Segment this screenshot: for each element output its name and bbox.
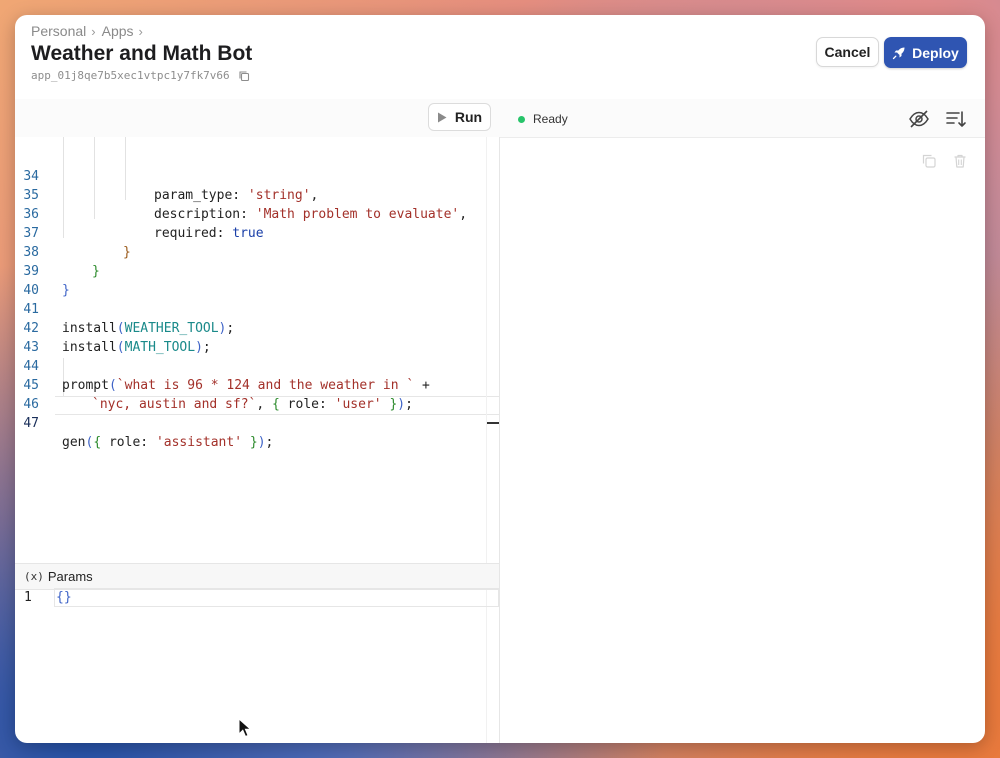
status-text: Ready [533, 112, 568, 126]
copy-icon[interactable] [238, 70, 250, 82]
eye-off-icon[interactable] [908, 108, 930, 130]
variable-icon: (x) [24, 570, 44, 583]
code-line: 42 install(MATH_TOOL); [15, 300, 499, 355]
sort-lines-icon[interactable] [945, 108, 967, 130]
line-number: 1 [24, 590, 32, 605]
chevron-right-icon: › [138, 23, 143, 39]
page-title: Weather and Math Bot [31, 42, 253, 65]
code-line: 41 install(WEATHER_TOOL); [15, 281, 499, 336]
trash-icon[interactable] [952, 153, 968, 169]
params-header: (x) Params [15, 563, 499, 590]
status-dot [518, 115, 525, 123]
cancel-button[interactable]: Cancel [816, 37, 879, 67]
code-text: gen({ role: 'assistant' }); [62, 435, 274, 450]
params-value: {} [56, 590, 72, 605]
run-label: Run [454, 109, 483, 125]
code-line: 44 prompt(`what is 96 * 124 and the weat… [15, 338, 499, 393]
deploy-button[interactable]: Deploy [884, 37, 967, 68]
code-line: 39 } [15, 243, 499, 298]
deploy-label: Deploy [912, 44, 959, 61]
scrollbar-marker [487, 422, 499, 424]
params-editor[interactable]: 1 {} [15, 588, 499, 607]
chevron-right-icon: › [91, 23, 96, 39]
breadcrumb: Personal › Apps › [31, 23, 149, 39]
run-button[interactable]: Run [428, 103, 491, 131]
mouse-pointer-icon [238, 718, 252, 738]
pane-divider[interactable] [499, 137, 500, 743]
status-indicator: Ready [518, 112, 568, 126]
editor-toolbar: Run Ready [15, 99, 985, 138]
copy-icon[interactable] [921, 153, 937, 169]
code-line: 46 [15, 376, 499, 412]
play-icon [437, 112, 447, 122]
app-window: Personal › Apps › Weather and Math Bot a… [15, 15, 985, 743]
code-line: 35 description: 'Math problem to evaluat… [15, 167, 499, 222]
code-line: 37 } [15, 205, 499, 260]
app-id-text: app_01j8qe7b5xec1vtpc1y7fk7v66 [31, 69, 230, 82]
line-number: 47 [23, 416, 39, 431]
editor-scrollbar-track[interactable] [486, 137, 487, 743]
code-line: 47 gen({ role: 'assistant' }); [15, 395, 499, 450]
breadcrumb-apps[interactable]: Apps [102, 23, 134, 39]
params-title: Params [47, 569, 93, 584]
params-current-line [54, 588, 499, 607]
app-id: app_01j8qe7b5xec1vtpc1y7fk7v66 [31, 69, 250, 82]
code-line: 45 `nyc, austin and sf?`, { role: 'user'… [15, 357, 499, 412]
code-editor[interactable]: 34 param_type: 'string', 35 description:… [15, 137, 499, 563]
code-line: 36 required: true [15, 186, 499, 241]
rocket-icon [893, 47, 905, 59]
code-line: 38 } [15, 224, 499, 279]
breadcrumb-personal[interactable]: Personal [31, 23, 86, 39]
code-line: 40 [15, 262, 499, 298]
code-line: 34 param_type: 'string', [15, 148, 499, 203]
code-line: 43 [15, 319, 499, 355]
